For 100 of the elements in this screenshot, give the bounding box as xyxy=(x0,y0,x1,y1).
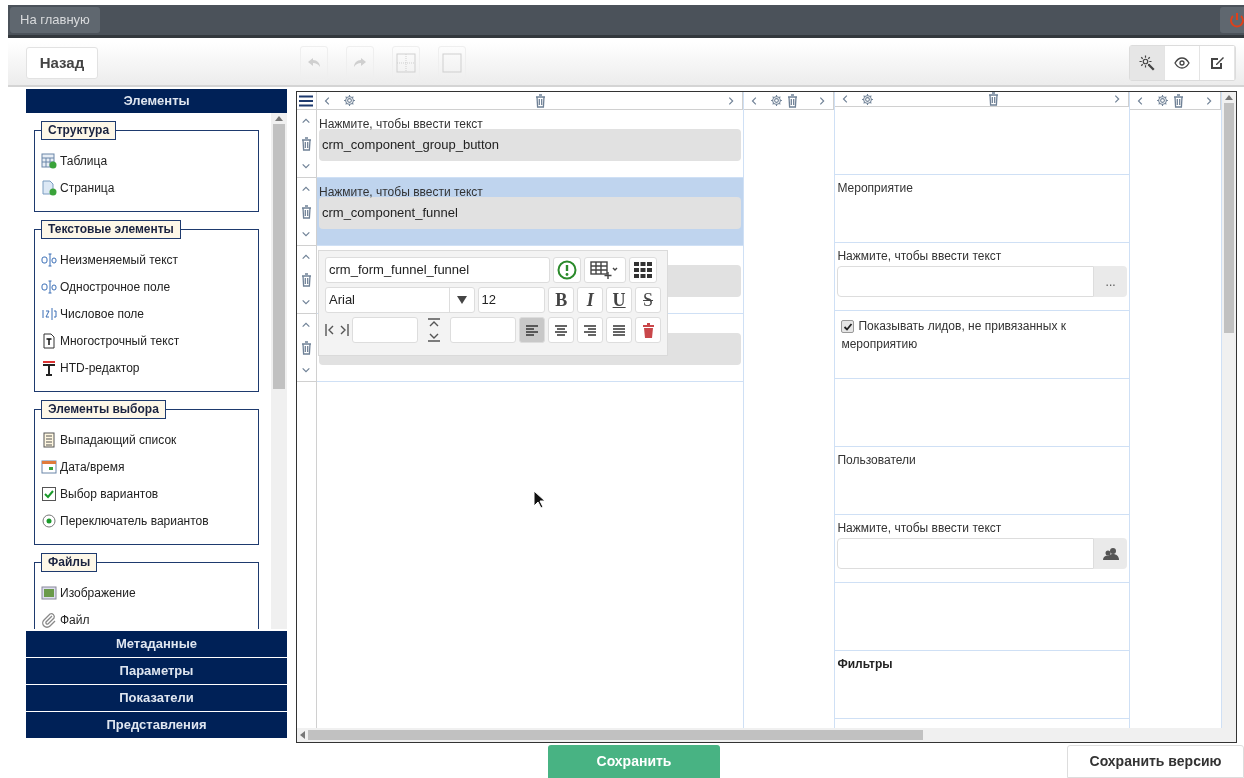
scrollbar[interactable] xyxy=(271,113,287,629)
section-header[interactable]: Представления xyxy=(26,712,287,738)
list-icon xyxy=(41,431,57,448)
align-justify-button[interactable] xyxy=(606,317,632,343)
left-arrow-icon[interactable] xyxy=(300,731,305,739)
trash-icon[interactable] xyxy=(535,93,547,108)
home-button[interactable]: На главную xyxy=(10,6,100,33)
align-center-button[interactable] xyxy=(548,317,574,343)
element-item[interactable]: HTD-редактор xyxy=(41,354,252,381)
align-left-icon xyxy=(524,322,540,338)
power-icon xyxy=(1230,11,1244,28)
dropdown-arrow-icon xyxy=(456,296,467,304)
delete-button[interactable] xyxy=(635,317,661,343)
down-chevron-icon[interactable] xyxy=(301,229,312,239)
users-button[interactable] xyxy=(1094,538,1128,569)
element-item[interactable]: Неизменяемый текст xyxy=(41,246,252,273)
more-button[interactable]: ... xyxy=(1094,266,1128,297)
field-label[interactable]: Нажмите, чтобы ввести текст xyxy=(837,249,1002,263)
bold-button[interactable]: B xyxy=(548,287,575,313)
checkbox[interactable] xyxy=(841,320,855,334)
trash-icon[interactable] xyxy=(301,340,312,355)
spacing-field[interactable] xyxy=(352,317,418,343)
element-item[interactable]: Выпадающий список xyxy=(41,426,252,453)
back-button[interactable]: Назад xyxy=(26,47,98,80)
trash-icon[interactable] xyxy=(301,136,312,151)
gear-icon[interactable] xyxy=(1156,94,1170,107)
letter-spacing-icon xyxy=(325,323,349,337)
design-mode-button[interactable] xyxy=(1130,46,1165,81)
edit-mode-button[interactable] xyxy=(1200,46,1235,81)
element-item[interactable]: Страница xyxy=(41,174,252,201)
input-field[interactable] xyxy=(837,266,1095,297)
element-item[interactable]: Многострочный текст xyxy=(41,327,252,354)
underline-button[interactable]: U xyxy=(606,287,633,313)
input-field[interactable] xyxy=(837,538,1095,569)
up-chevron-icon[interactable] xyxy=(301,116,312,126)
sidebar-header[interactable]: Элементы xyxy=(26,89,287,113)
up-chevron-icon[interactable] xyxy=(301,184,312,194)
section-heading: Фильтры xyxy=(837,657,893,671)
element-item[interactable]: Переключатель вариантов xyxy=(41,507,252,534)
section-header[interactable]: Показатели xyxy=(26,685,287,711)
down-chevron-icon[interactable] xyxy=(301,297,312,307)
table-insert-button[interactable] xyxy=(584,257,626,283)
font-select[interactable]: Arial xyxy=(325,287,475,313)
users-icon xyxy=(1102,546,1119,561)
up-arrow-icon[interactable] xyxy=(275,116,283,121)
menu-icon[interactable] xyxy=(299,94,314,107)
element-item[interactable]: Однострочное поле xyxy=(41,273,252,300)
preview-mode-button[interactable] xyxy=(1165,46,1200,81)
text-field[interactable]: crm_component_funnel xyxy=(319,197,741,229)
trash-icon[interactable] xyxy=(987,92,999,106)
settings-icon xyxy=(1138,54,1156,73)
gear-icon[interactable] xyxy=(861,92,875,106)
strike-button[interactable]: S xyxy=(635,287,661,313)
align-justify-icon xyxy=(611,322,627,338)
up-chevron-icon[interactable] xyxy=(301,320,312,330)
up-arrow-icon[interactable] xyxy=(1225,95,1233,100)
element-item[interactable]: Выбор вариантов xyxy=(41,480,252,507)
gear-icon[interactable] xyxy=(769,94,783,107)
down-chevron-icon[interactable] xyxy=(301,365,312,375)
radio-icon xyxy=(41,512,57,529)
group-title: Текстовые элементы xyxy=(41,220,181,239)
text-field[interactable]: crm_component_group_button xyxy=(319,129,741,161)
element-item[interactable]: Числовое поле xyxy=(41,300,252,327)
save-version-button[interactable]: Сохранить версию xyxy=(1067,745,1244,778)
element-item[interactable]: Дата/время xyxy=(41,453,252,480)
section-header[interactable]: Метаданные xyxy=(26,631,287,657)
name-field[interactable]: crm_form_funnel_funnel xyxy=(325,257,550,283)
scrollbar[interactable] xyxy=(297,728,1236,742)
element-item[interactable]: Таблица xyxy=(41,147,252,174)
edit-icon xyxy=(1209,55,1225,72)
trash-icon[interactable] xyxy=(301,272,312,287)
down-chevron-icon[interactable] xyxy=(301,161,312,171)
field-label[interactable]: Нажмите, чтобы ввести текст xyxy=(319,185,483,199)
grid-button[interactable] xyxy=(629,257,657,283)
element-item[interactable]: Файл xyxy=(41,606,252,629)
gear-icon[interactable] xyxy=(343,94,356,107)
italic-button[interactable]: I xyxy=(577,287,604,313)
eye-icon xyxy=(1174,57,1190,70)
trash-icon[interactable] xyxy=(1173,93,1185,108)
align-right-button[interactable] xyxy=(577,317,603,343)
line-height-field[interactable] xyxy=(450,317,516,343)
up-chevron-icon[interactable] xyxy=(301,252,312,262)
trash-icon[interactable] xyxy=(786,93,798,108)
field-label[interactable]: Нажмите, чтобы ввести текст xyxy=(837,521,1002,535)
required-button[interactable] xyxy=(553,257,581,283)
field-label[interactable]: Нажмите, чтобы ввести текст xyxy=(319,117,483,131)
form-row[interactable]: Нажмите, чтобы ввести текст crm_component_funnel xyxy=(317,178,743,246)
font-size-field[interactable]: 12 xyxy=(477,287,546,313)
number-field-icon xyxy=(41,305,57,322)
text-field-icon xyxy=(41,278,57,295)
scrollbar[interactable] xyxy=(1222,92,1236,728)
trash-icon[interactable] xyxy=(301,204,312,219)
group-title: Элементы выбора xyxy=(41,400,166,419)
checkbox-label[interactable]: Показывать лидов, не привязанных к мероприятию xyxy=(837,315,1128,353)
page-add-icon xyxy=(41,179,57,196)
section-header[interactable]: Параметры xyxy=(26,658,287,684)
align-left-button[interactable] xyxy=(519,317,545,343)
element-item[interactable]: Изображение xyxy=(41,579,252,606)
power-button[interactable] xyxy=(1220,6,1244,33)
table-add-icon xyxy=(590,260,620,280)
